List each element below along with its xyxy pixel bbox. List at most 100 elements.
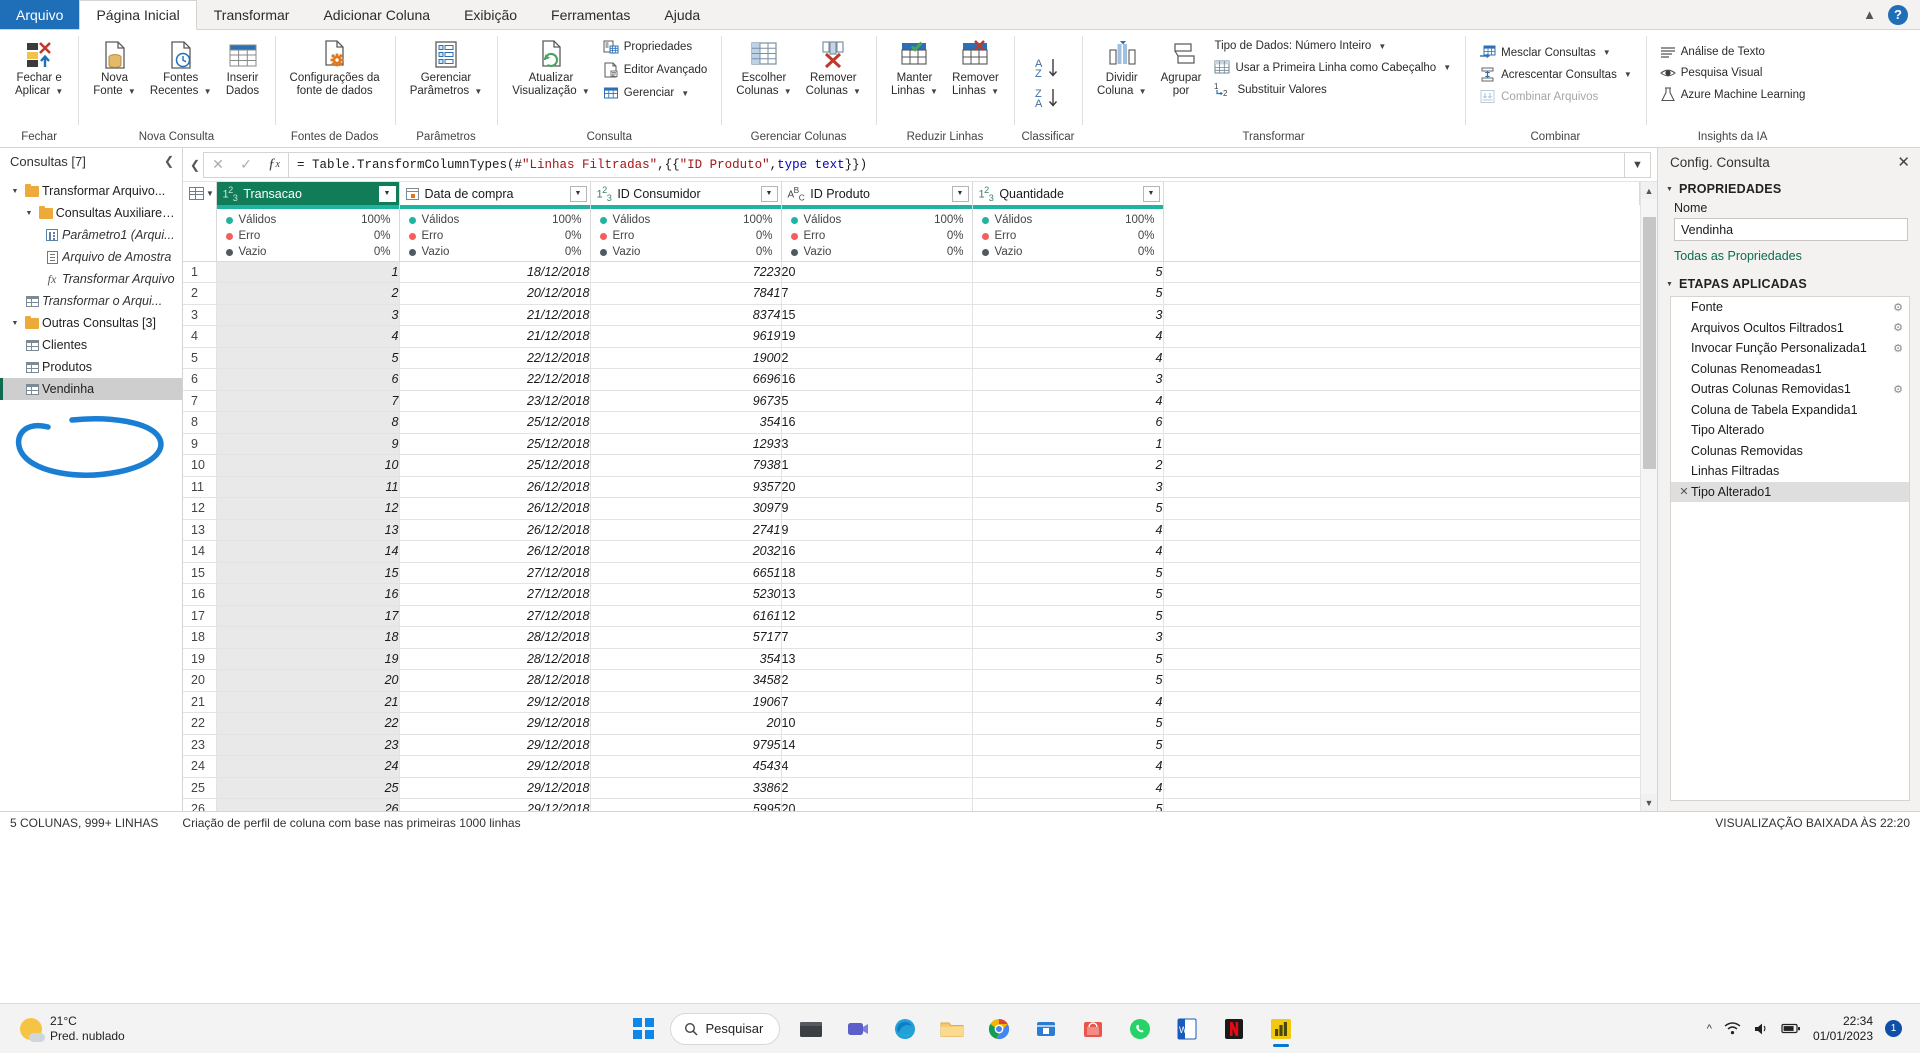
cell-quantidade[interactable]: 3 [972, 626, 1164, 649]
cell-transacao[interactable]: 5 [216, 347, 400, 369]
formula-bar-expand-icon[interactable]: ▼ [1625, 151, 1651, 178]
cell-id-consumidor[interactable]: 9795 [590, 734, 782, 756]
sort-descending-button[interactable]: Z A [1022, 83, 1074, 113]
wifi-icon[interactable] [1724, 1021, 1741, 1036]
tab-ferramentas[interactable]: Ferramentas [534, 0, 647, 29]
sort-ascending-button[interactable]: A Z [1022, 53, 1074, 83]
taskbar-app-shop[interactable] [1073, 1009, 1113, 1049]
cell-id-produto[interactable]: 1 [781, 454, 973, 477]
column-filter-button[interactable]: ▼ [378, 185, 396, 202]
step-tipo-alterado[interactable]: Tipo Alterado [1671, 420, 1909, 441]
taskbar-app-store[interactable] [1026, 1009, 1066, 1049]
cell-id-consumidor[interactable]: 1900 [590, 347, 782, 369]
cell-id-produto[interactable]: 16 [781, 411, 973, 434]
cell-data-de-compra[interactable]: 29/12/2018 [399, 712, 591, 735]
column-header-id-consumidor[interactable]: 123 ID Consumidor ▼ [590, 182, 782, 205]
cell-id-consumidor[interactable]: 9357 [590, 476, 782, 498]
all-properties-link[interactable]: Todas as Propriedades [1658, 241, 1920, 267]
cell-id-produto[interactable]: 9 [781, 519, 973, 541]
split-column-button[interactable]: Dividir Coluna ▼ [1090, 34, 1154, 102]
cell-id-consumidor[interactable]: 5230 [590, 583, 782, 606]
step-tipo-alterado1[interactable]: ✕ Tipo Alterado1 [1671, 481, 1909, 502]
select-all-columns-button[interactable]: ▼ [183, 182, 217, 205]
table-row[interactable]: 5 5 22/12/2018 1900 2 4 [183, 347, 1640, 369]
cell-id-produto[interactable]: 4 [781, 755, 973, 778]
cell-transacao[interactable]: 11 [216, 476, 400, 498]
cell-quantidade[interactable]: 5 [972, 605, 1164, 627]
cell-id-consumidor[interactable]: 1906 [590, 691, 782, 713]
column-filter-button[interactable]: ▼ [569, 185, 587, 202]
collapse-ribbon-icon[interactable]: ▲ [1863, 7, 1876, 22]
tab-exibicao[interactable]: Exibição [447, 0, 534, 29]
table-row[interactable]: 17 17 27/12/2018 6161 12 5 [183, 605, 1640, 627]
table-row[interactable]: 4 4 21/12/2018 9619 19 4 [183, 325, 1640, 348]
cell-id-consumidor[interactable]: 6161 [590, 605, 782, 627]
step-delete-icon[interactable]: ✕ [1677, 485, 1691, 498]
column-filter-button[interactable]: ▼ [1142, 185, 1160, 202]
cell-data-de-compra[interactable]: 29/12/2018 [399, 691, 591, 713]
table-row[interactable]: 16 16 27/12/2018 5230 13 5 [183, 583, 1640, 606]
gear-icon[interactable]: ⚙ [1891, 301, 1905, 314]
cell-transacao[interactable]: 16 [216, 583, 400, 606]
query-name-input[interactable]: Vendinha [1674, 218, 1908, 241]
cell-quantidade[interactable]: 5 [972, 734, 1164, 756]
query-item-produtos[interactable]: Produtos [0, 356, 182, 378]
cell-id-produto[interactable]: 7 [781, 282, 973, 305]
cell-id-produto[interactable]: 19 [781, 325, 973, 348]
cell-quantidade[interactable]: 5 [972, 712, 1164, 735]
cell-quantidade[interactable]: 5 [972, 583, 1164, 606]
cell-data-de-compra[interactable]: 29/12/2018 [399, 777, 591, 799]
text-analytics-button[interactable]: Análise de Texto [1654, 42, 1812, 62]
cell-data-de-compra[interactable]: 28/12/2018 [399, 669, 591, 692]
vision-button[interactable]: Pesquisa Visual [1654, 63, 1812, 83]
table-row[interactable]: 8 8 25/12/2018 354 16 6 [183, 411, 1640, 434]
tab-pagina-inicial[interactable]: Página Inicial [79, 0, 197, 30]
cell-id-produto[interactable]: 20 [781, 798, 973, 811]
cell-data-de-compra[interactable]: 27/12/2018 [399, 583, 591, 606]
scrollbar-track[interactable] [1640, 199, 1657, 794]
cell-id-consumidor[interactable]: 354 [590, 411, 782, 434]
tray-chevron-up-icon[interactable]: ^ [1707, 1023, 1712, 1035]
cell-data-de-compra[interactable]: 27/12/2018 [399, 605, 591, 627]
cell-quantidade[interactable]: 4 [972, 755, 1164, 778]
cell-id-produto[interactable]: 14 [781, 734, 973, 756]
scrollbar-thumb[interactable] [1642, 217, 1656, 469]
cell-data-de-compra[interactable]: 21/12/2018 [399, 304, 591, 326]
cell-data-de-compra[interactable]: 25/12/2018 [399, 411, 591, 434]
tab-ajuda[interactable]: Ajuda [647, 0, 717, 29]
cell-id-consumidor[interactable]: 7841 [590, 282, 782, 305]
cell-id-produto[interactable]: 20 [781, 476, 973, 498]
cell-transacao[interactable]: 12 [216, 497, 400, 520]
column-header-transacao[interactable]: 123 Transacao ▼ [216, 182, 400, 205]
taskbar-app-folder[interactable] [932, 1009, 972, 1049]
cell-data-de-compra[interactable]: 26/12/2018 [399, 540, 591, 563]
azure-ml-button[interactable]: Azure Machine Learning [1654, 84, 1812, 105]
cell-id-produto[interactable]: 13 [781, 583, 973, 606]
cell-id-produto[interactable]: 2 [781, 347, 973, 369]
expand-twisty-icon[interactable]: ▼ [22, 210, 36, 217]
step-colunas-renomeadas1[interactable]: Colunas Renomeadas1 [1671, 359, 1909, 380]
help-icon[interactable]: ? [1888, 4, 1908, 25]
cell-id-consumidor[interactable]: 7938 [590, 454, 782, 477]
cell-id-consumidor[interactable]: 3386 [590, 777, 782, 799]
gear-icon[interactable]: ⚙ [1891, 321, 1905, 334]
merge-queries-button[interactable]: Mesclar Consultas ▼ [1473, 42, 1638, 63]
cell-data-de-compra[interactable]: 22/12/2018 [399, 368, 591, 391]
advanced-editor-button[interactable]: Editor Avançado [597, 59, 714, 81]
cell-quantidade[interactable]: 4 [972, 390, 1164, 412]
step-invocar-funcao-personalizada1[interactable]: Invocar Função Personalizada1 ⚙ [1671, 338, 1909, 359]
table-row[interactable]: 7 7 23/12/2018 9673 5 4 [183, 390, 1640, 412]
properties-button[interactable]: Propriedades [597, 36, 714, 58]
cell-data-de-compra[interactable]: 25/12/2018 [399, 454, 591, 477]
cell-transacao[interactable]: 23 [216, 734, 400, 756]
cell-data-de-compra[interactable]: 29/12/2018 [399, 755, 591, 778]
column-filter-button[interactable]: ▼ [951, 185, 969, 202]
cell-data-de-compra[interactable]: 25/12/2018 [399, 433, 591, 455]
taskbar-search[interactable]: Pesquisar [670, 1012, 781, 1045]
table-row[interactable]: 10 10 25/12/2018 7938 1 2 [183, 454, 1640, 477]
table-row[interactable]: 23 23 29/12/2018 9795 14 5 [183, 734, 1640, 756]
taskbar-app-chrome[interactable] [979, 1009, 1019, 1049]
scroll-up-icon[interactable]: ▲ [1640, 182, 1657, 199]
cell-quantidade[interactable]: 5 [972, 497, 1164, 520]
cell-id-consumidor[interactable]: 2032 [590, 540, 782, 563]
